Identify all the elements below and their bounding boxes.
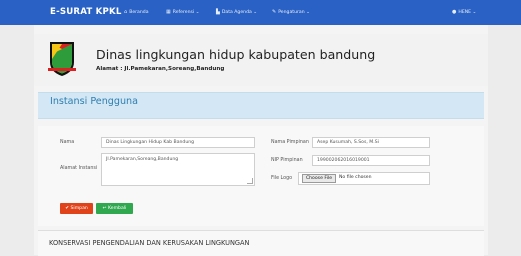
pimpinan-input[interactable]: Asep Kusumah, S.Sos, M.Si: [312, 137, 430, 148]
alamat-value: Jl.Pamekaran,Soreang,Bandung: [106, 157, 179, 162]
alamat-textarea[interactable]: Jl.Pamekaran,Soreang,Bandung: [101, 153, 255, 186]
user-menu-label: HENE ⌄: [458, 10, 477, 15]
home-icon: ⌂: [124, 9, 128, 15]
nav-beranda-label: Beranda: [129, 10, 149, 15]
nama-label: Nama: [60, 140, 75, 145]
bottom-section-title: KONSERVASI PENGENDALIAN DAN KERUSAKAN LI…: [49, 239, 250, 247]
nav-data-agenda[interactable]: ▙ Data Agenda ⌄: [216, 0, 257, 25]
nip-label: NIP Pimpinan: [271, 158, 303, 163]
nav-beranda[interactable]: ⌂ Beranda: [124, 0, 149, 25]
nav-pengaturan[interactable]: ✎ Pengaturan ⌄: [272, 0, 310, 25]
top-navbar: E-SURAT KPKL ⌂ Beranda ▦ Referensi ⌄ ▙ Data…: [0, 0, 521, 25]
resize-handle-icon[interactable]: [247, 178, 253, 184]
section-title: Instansi Pengguna: [50, 96, 138, 107]
nav-referensi-label: Referensi ⌄: [172, 10, 200, 15]
nav-pengaturan-label: Pengaturan ⌄: [278, 10, 310, 15]
nav-referensi[interactable]: ▦ Referensi ⌄: [166, 0, 200, 25]
choose-file-button[interactable]: Choose File: [302, 174, 336, 183]
nama-input[interactable]: Dinas Lingkungan Hidup Kab Bandung: [101, 137, 255, 148]
back-button[interactable]: ↩ Kembali: [96, 203, 133, 214]
org-name: Dinas lingkungan hidup kabupaten bandung: [96, 47, 376, 62]
grid-icon: ▦: [166, 9, 171, 15]
save-button[interactable]: ✔ Simpan: [60, 203, 93, 214]
alamat-label: Alamat Instansi: [60, 166, 98, 171]
org-address: Alamat : Jl.Pamekaran,Soreang,Bandung: [96, 66, 225, 72]
wrench-icon: ✎: [272, 9, 277, 15]
nav-data-agenda-label: Data Agenda ⌄: [221, 10, 258, 15]
file-status: No file chosen: [339, 175, 372, 180]
logo-label: File Logo: [271, 176, 293, 181]
user-menu[interactable]: ● HENE ⌄: [452, 0, 476, 25]
app-brand[interactable]: E-SURAT KPKL: [50, 0, 122, 25]
regency-logo: [48, 42, 76, 76]
nip-input[interactable]: 199002062016019001: [312, 155, 430, 166]
user-icon: ●: [452, 9, 457, 15]
pimpinan-label: Nama Pimpinan: [271, 140, 309, 145]
chart-icon: ▙: [216, 9, 220, 15]
